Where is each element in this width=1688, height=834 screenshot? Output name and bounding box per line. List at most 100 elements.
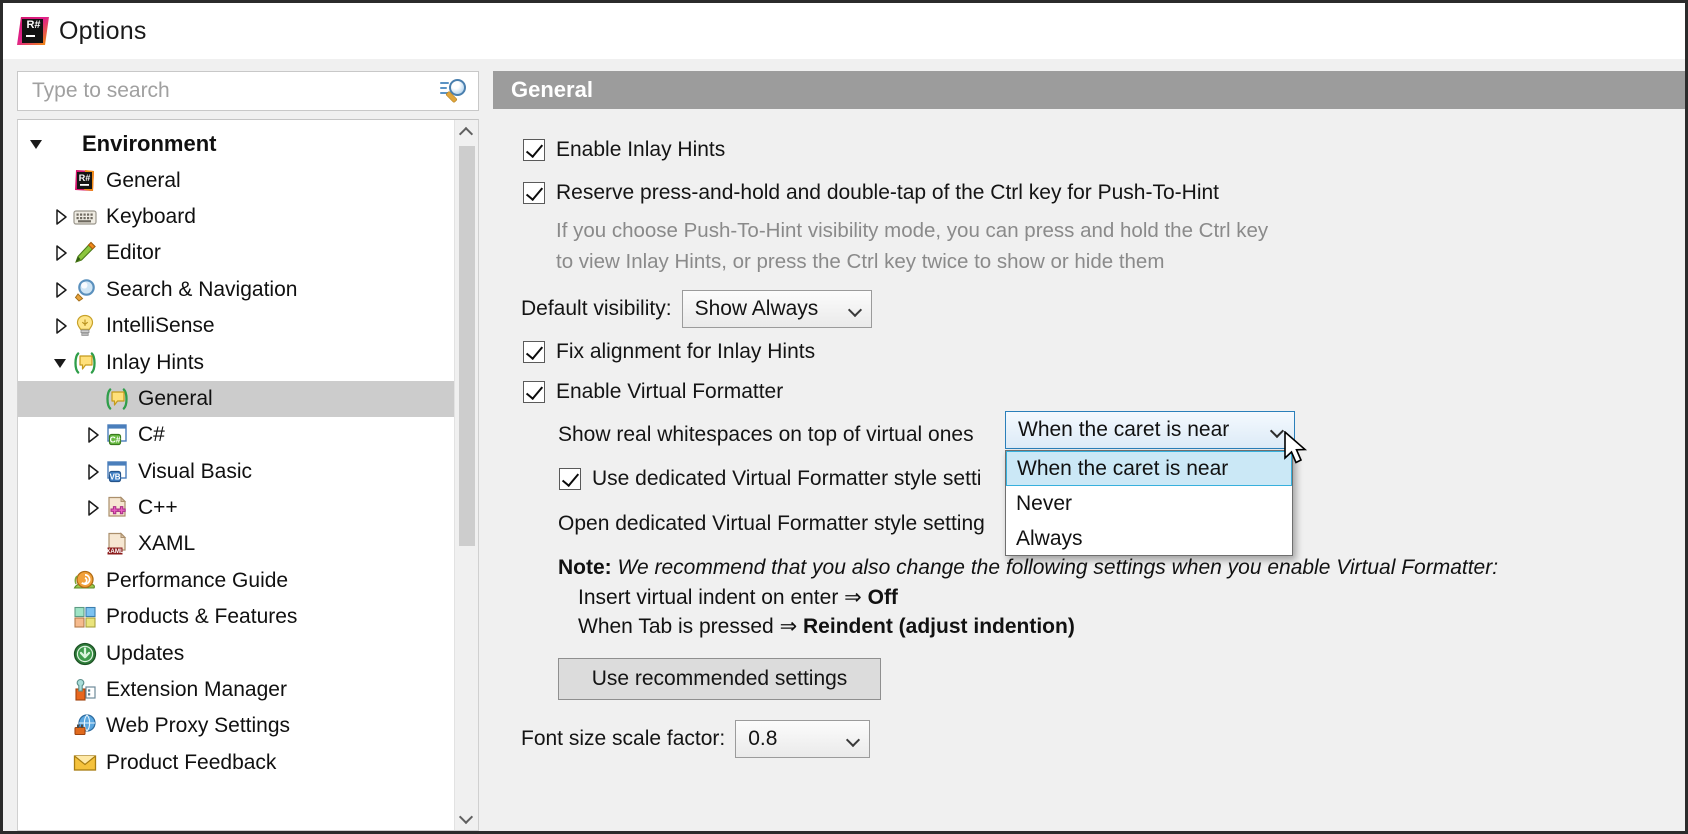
products-icon xyxy=(72,604,98,630)
show-real-whitespaces-option-list[interactable]: When the caret is near Never Always xyxy=(1005,450,1293,556)
sidebar-item-label: Web Proxy Settings xyxy=(106,714,291,738)
note-block: Note: We recommend that you also change … xyxy=(558,553,1685,642)
web-proxy-icon xyxy=(72,713,98,739)
dropdown-option-when-the-caret-is-near[interactable]: When the caret is near xyxy=(1006,451,1292,486)
svg-text:R#: R# xyxy=(79,173,91,183)
note-prefix: Note xyxy=(558,556,605,579)
expand-arrow-icon[interactable] xyxy=(82,497,104,519)
expand-arrow-icon[interactable] xyxy=(50,206,72,228)
expand-arrow-icon[interactable] xyxy=(50,315,72,337)
search-input[interactable] xyxy=(18,73,418,109)
tree-scrollbar[interactable] xyxy=(454,120,478,830)
sidebar-item-environment[interactable]: Environment xyxy=(18,126,454,162)
vb-icon: VB xyxy=(104,459,130,485)
show-real-whitespaces-dropdown[interactable]: When the caret is near xyxy=(1005,411,1295,449)
reserve-ctrl-hint-line1: If you choose Push-To-Hint visibility mo… xyxy=(556,219,1269,242)
enable-inlay-hints-checkbox[interactable] xyxy=(523,139,545,161)
sidebar-item-products-features[interactable]: Products & Features xyxy=(18,599,454,635)
show-real-whitespaces-label: Show real whitespaces on top of virtual … xyxy=(558,423,974,446)
note-body: We recommend that you also change the fo… xyxy=(617,556,1499,579)
sidebar-item-cplusplus[interactable]: C++ xyxy=(18,490,454,526)
font-scale-value: 0.8 xyxy=(748,726,778,750)
collapse-arrow-icon[interactable] xyxy=(50,352,72,374)
sidebar-item-performance-guide[interactable]: Performance Guide xyxy=(18,563,454,599)
scroll-up-button[interactable] xyxy=(455,120,478,144)
updates-icon xyxy=(72,641,98,667)
dedicated-style-checkbox[interactable] xyxy=(559,468,581,490)
note-colon: : xyxy=(604,556,612,579)
default-visibility-row: Default visibility: Show Always xyxy=(521,290,1685,328)
collapse-arrow-icon[interactable] xyxy=(26,133,48,155)
sidebar-item-search-navigation[interactable]: Search & Navigation xyxy=(18,272,454,308)
expand-arrow-icon[interactable] xyxy=(50,279,72,301)
svg-text:VB: VB xyxy=(109,472,120,481)
csharp-icon: C# xyxy=(104,422,130,448)
enable-virtual-formatter-row[interactable]: Enable Virtual Formatter xyxy=(523,379,1685,405)
fix-alignment-label: Fix alignment for Inlay Hints xyxy=(556,340,816,363)
section-header-label: General xyxy=(511,77,593,102)
svg-text:C#: C# xyxy=(110,435,121,445)
sidebar-item-web-proxy-settings[interactable]: Web Proxy Settings xyxy=(18,708,454,744)
sidebar-item-label: Extension Manager xyxy=(106,678,287,702)
dropdown-option-always[interactable]: Always xyxy=(1006,521,1292,556)
magnifier-icon xyxy=(72,277,98,303)
sidebar-item-visual-basic[interactable]: VB Visual Basic xyxy=(18,454,454,490)
fix-alignment-row[interactable]: Fix alignment for Inlay Hints xyxy=(523,339,1685,365)
open-dedicated-link[interactable]: Open dedicated Virtual Formatter style s… xyxy=(558,512,985,536)
scroll-down-button[interactable] xyxy=(455,806,478,830)
options-dialog: R# Options Environment R# Gen xyxy=(0,0,1688,834)
use-recommended-settings-button[interactable]: Use recommended settings xyxy=(558,657,881,700)
sidebar-item-product-feedback[interactable]: Product Feedback xyxy=(18,745,454,781)
sidebar-item-extension-manager[interactable]: Extension Manager xyxy=(18,672,454,708)
default-visibility-value: Show Always xyxy=(694,297,819,320)
expand-arrow-icon[interactable] xyxy=(82,424,104,446)
no-icon xyxy=(48,131,74,157)
sidebar-item-xaml[interactable]: XAML XAML xyxy=(18,526,454,562)
lightbulb-icon xyxy=(72,313,98,339)
sidebar-item-editor[interactable]: Editor xyxy=(18,235,454,271)
sidebar-item-label: General xyxy=(138,386,213,410)
note-line-2-arrow: ⇒ xyxy=(779,615,798,638)
font-scale-label: Font size scale factor: xyxy=(521,726,726,750)
settings-tree-list: Environment R# General Keyboard Editor S… xyxy=(18,120,454,830)
dropdown-option-never[interactable]: Never xyxy=(1006,486,1292,521)
enable-virtual-formatter-checkbox[interactable] xyxy=(523,381,545,403)
reserve-ctrl-row[interactable]: Reserve press-and-hold and double-tap of… xyxy=(523,180,1685,206)
sidebar-item-label: Inlay Hints xyxy=(106,350,205,374)
default-visibility-label: Default visibility: xyxy=(521,297,672,320)
enable-inlay-hints-row[interactable]: Enable Inlay Hints xyxy=(523,137,1685,163)
note-line-1: Insert virtual indent on enter ⇒ Off xyxy=(558,583,1685,613)
inlay-hints-icon xyxy=(104,386,130,412)
cpp-icon xyxy=(104,495,130,521)
sidebar-item-label: Keyboard xyxy=(106,204,196,228)
dropdown-option-label: Never xyxy=(1016,491,1073,515)
default-visibility-dropdown[interactable]: Show Always xyxy=(681,290,872,328)
sidebar-item-updates[interactable]: Updates xyxy=(18,635,454,671)
fix-alignment-checkbox[interactable] xyxy=(523,341,545,363)
sidebar-item-inlay-hints[interactable]: Inlay Hints xyxy=(18,344,454,380)
dialog-body: Environment R# General K xyxy=(3,59,1685,831)
font-scale-dropdown[interactable]: 0.8 xyxy=(735,719,871,758)
search-settings-icon[interactable] xyxy=(440,78,470,106)
expand-arrow-icon[interactable] xyxy=(82,461,104,483)
sidebar-item-keyboard[interactable]: Keyboard xyxy=(18,199,454,235)
reserve-ctrl-checkbox[interactable] xyxy=(523,182,545,204)
sidebar-item-general[interactable]: R# General xyxy=(18,162,454,198)
expand-arrow-icon[interactable] xyxy=(50,242,72,264)
sidebar-item-general[interactable]: General xyxy=(18,380,454,418)
sidebar-item-label: Editor xyxy=(106,241,161,265)
sidebar-item-intellisense[interactable]: IntelliSense xyxy=(18,308,454,344)
page-title: Options xyxy=(59,16,147,45)
sidebar-item-csharp[interactable]: C# C# xyxy=(18,417,454,453)
search-box[interactable] xyxy=(17,71,479,111)
extension-icon xyxy=(72,677,98,703)
pencil-icon xyxy=(72,240,98,266)
inlay-hints-icon xyxy=(72,350,98,376)
scrollbar-thumb[interactable] xyxy=(459,146,475,546)
